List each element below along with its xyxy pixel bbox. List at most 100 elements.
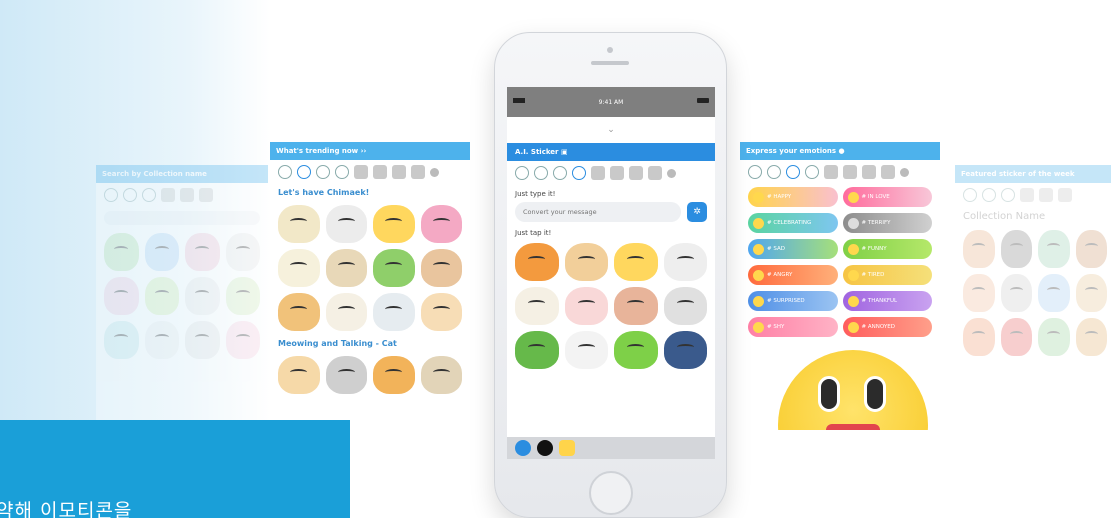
sticker[interactable]	[373, 249, 415, 287]
sticker[interactable]	[144, 277, 179, 315]
sticker[interactable]	[663, 243, 707, 281]
sticker[interactable]	[325, 293, 367, 331]
sticker[interactable]	[185, 321, 220, 359]
tag-shy[interactable]: # SHY	[748, 317, 838, 337]
sticker[interactable]	[225, 233, 260, 271]
chat-icon[interactable]	[123, 188, 137, 202]
trending-icon[interactable]	[982, 188, 996, 202]
ai-sparkle-icon[interactable]	[572, 166, 586, 180]
category-icon[interactable]	[373, 165, 387, 179]
trending-icon[interactable]	[534, 166, 548, 180]
sticker[interactable]	[963, 230, 995, 268]
sticker[interactable]	[373, 293, 415, 331]
sticker[interactable]	[564, 243, 608, 281]
sticker[interactable]	[663, 331, 707, 369]
sticker[interactable]	[614, 287, 658, 325]
category-icon[interactable]	[881, 165, 895, 179]
sticker[interactable]	[1038, 274, 1070, 312]
sticker[interactable]	[420, 293, 462, 331]
sticker[interactable]	[420, 356, 462, 394]
category-icon[interactable]	[1020, 188, 1034, 202]
category-icon[interactable]	[411, 165, 425, 179]
sticker[interactable]	[963, 318, 995, 356]
sticker[interactable]	[420, 205, 462, 243]
sticker[interactable]	[1075, 274, 1107, 312]
sticker[interactable]	[225, 321, 260, 359]
sticker[interactable]	[1038, 230, 1070, 268]
category-icon[interactable]	[824, 165, 838, 179]
sticker[interactable]	[144, 233, 179, 271]
sticker[interactable]	[1000, 318, 1032, 356]
more-icon[interactable]	[900, 167, 909, 177]
category-icon[interactable]	[180, 188, 194, 202]
sticker[interactable]	[278, 356, 320, 394]
sticker[interactable]	[185, 233, 220, 271]
search-input[interactable]	[104, 211, 260, 225]
tag-tired[interactable]: # TIRED	[842, 265, 932, 285]
convert-button[interactable]: ✲	[687, 202, 707, 222]
sticker[interactable]	[144, 321, 179, 359]
sticker[interactable]	[515, 331, 559, 369]
message-input[interactable]	[515, 202, 681, 222]
category-icon[interactable]	[591, 166, 605, 180]
tag-angry[interactable]: # ANGRY	[748, 265, 838, 285]
tag-celebrating[interactable]: # CELEBRATING	[748, 213, 838, 233]
category-icon[interactable]	[862, 165, 876, 179]
sticker[interactable]	[663, 287, 707, 325]
sticker[interactable]	[515, 287, 559, 325]
sticker[interactable]	[564, 331, 608, 369]
sticker[interactable]	[225, 277, 260, 315]
category-icon[interactable]	[648, 166, 662, 180]
smile-icon[interactable]	[316, 165, 330, 179]
search-icon[interactable]	[104, 188, 118, 202]
category-icon[interactable]	[843, 165, 857, 179]
tag-in-love[interactable]: # IN LOVE	[842, 187, 932, 207]
more-icon[interactable]	[667, 168, 676, 178]
category-icon[interactable]	[1058, 188, 1072, 202]
trending-icon[interactable]	[297, 165, 311, 179]
sticker[interactable]	[614, 331, 658, 369]
category-icon[interactable]	[629, 166, 643, 180]
sticker[interactable]	[614, 243, 658, 281]
sticker[interactable]	[1000, 230, 1032, 268]
chevron-down-icon[interactable]: ⌄	[604, 125, 618, 135]
sticker[interactable]	[325, 205, 367, 243]
sticker[interactable]	[1000, 274, 1032, 312]
search-icon[interactable]	[963, 188, 977, 202]
sticker[interactable]	[325, 356, 367, 394]
sticker[interactable]	[373, 356, 415, 394]
category-icon[interactable]	[392, 165, 406, 179]
tag-funny[interactable]: # FUNNY	[842, 239, 932, 259]
category-icon[interactable]	[161, 188, 175, 202]
search-icon[interactable]	[515, 166, 529, 180]
sticker[interactable]	[1038, 318, 1070, 356]
tag-surprised[interactable]: # SURPRISED	[748, 291, 838, 311]
tag-annoyed[interactable]: # ANNOYED	[842, 317, 932, 337]
search-icon[interactable]	[748, 165, 762, 179]
sticker[interactable]	[420, 249, 462, 287]
sticker[interactable]	[104, 277, 139, 315]
sticker[interactable]	[185, 277, 220, 315]
sparkle-icon[interactable]	[335, 165, 349, 179]
trending-icon[interactable]	[767, 165, 781, 179]
heart-app-icon[interactable]	[537, 440, 553, 456]
home-button[interactable]	[589, 471, 633, 515]
smile-icon[interactable]	[786, 165, 800, 179]
sticker[interactable]	[1075, 318, 1107, 356]
search-icon[interactable]	[278, 165, 292, 179]
sticker[interactable]	[564, 287, 608, 325]
category-icon[interactable]	[1039, 188, 1053, 202]
smile-icon[interactable]	[142, 188, 156, 202]
tag-thankful[interactable]: # THANKFUL	[842, 291, 932, 311]
smile-icon[interactable]	[1001, 188, 1015, 202]
category-icon[interactable]	[199, 188, 213, 202]
category-icon[interactable]	[354, 165, 368, 179]
sticker[interactable]	[278, 249, 320, 287]
sparkle-icon[interactable]	[805, 165, 819, 179]
app-store-icon[interactable]	[515, 440, 531, 456]
sticker[interactable]	[104, 321, 139, 359]
tag-sad[interactable]: # SAD	[748, 239, 838, 259]
sticker-app-icon[interactable]	[559, 440, 575, 456]
sticker[interactable]	[104, 233, 139, 271]
sticker[interactable]	[515, 243, 559, 281]
